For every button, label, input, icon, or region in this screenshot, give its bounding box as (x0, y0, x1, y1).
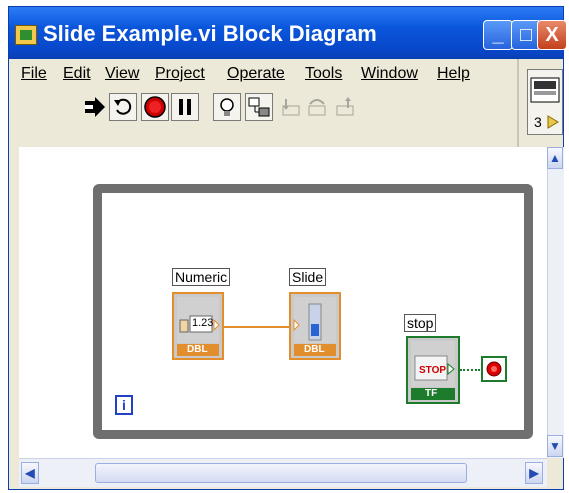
step-out-button[interactable] (331, 93, 359, 121)
pause-button[interactable] (171, 93, 199, 121)
abort-stop-icon (144, 96, 166, 118)
stop-label[interactable]: stop (404, 314, 437, 332)
loop-condition-terminal[interactable] (481, 356, 507, 382)
menu-project[interactable]: Project (155, 65, 205, 83)
minimize-icon: _ (492, 23, 504, 46)
menu-bar: File Edit View Project Operate Tools Win… (9, 59, 517, 89)
menu-operate[interactable]: Operate (227, 65, 285, 83)
menu-project-label: Project (155, 65, 205, 82)
menu-view-label: View (105, 65, 140, 82)
lightbulb-icon (220, 98, 234, 116)
dbl-wire[interactable] (224, 326, 290, 328)
highlight-execution-button[interactable] (213, 93, 241, 121)
numeric-label[interactable]: Numeric (172, 268, 231, 286)
step-over-button[interactable] (303, 93, 331, 121)
pause-icon (179, 99, 191, 115)
stop-control-terminal[interactable]: STOP TF (406, 336, 460, 404)
scroll-right-button[interactable]: ▶ (525, 462, 543, 484)
stop-button-text: STOP (419, 365, 447, 376)
scroll-down-icon: ▼ (549, 439, 561, 453)
numeric-control-terminal[interactable]: 1.23 DBL (172, 292, 224, 360)
numeric-value: 1.23 (192, 317, 214, 329)
scroll-left-button[interactable]: ◀ (21, 462, 39, 484)
iteration-terminal[interactable]: i (115, 395, 133, 415)
vi-icon (530, 77, 560, 103)
connector-arrow-icon (547, 115, 559, 129)
scroll-up-button[interactable]: ▲ (547, 147, 563, 169)
vi-icon-pane[interactable]: 3 (527, 69, 563, 135)
maximize-icon: □ (519, 23, 533, 46)
scroll-down-button[interactable]: ▼ (547, 435, 563, 457)
horizontal-scrollbar[interactable]: ◀ ▶ (19, 458, 547, 487)
slide-indicator-terminal[interactable]: DBL (289, 292, 341, 360)
vertical-scrollbar[interactable]: ▲ ▼ (547, 147, 564, 458)
run-arrow-icon (85, 97, 105, 117)
minimize-button[interactable]: _ (483, 20, 513, 50)
connector-pane-number: 3 (534, 114, 542, 130)
block-diagram-window: Slide Example.vi Block Diagram _ □ X Fil… (8, 6, 567, 490)
step-out-icon (336, 97, 354, 116)
step-into-button[interactable] (277, 93, 305, 121)
close-button[interactable]: X (537, 20, 567, 50)
window-title: Slide Example.vi Block Diagram (43, 21, 377, 46)
menu-edit-label: Edit (63, 65, 91, 82)
menu-help[interactable]: Help (437, 65, 470, 83)
menu-tools-label: Tools (305, 65, 343, 82)
menu-edit[interactable]: Edit (63, 65, 91, 83)
run-continuously-icon (114, 98, 132, 115)
menu-help-label: Help (437, 65, 470, 82)
stop-if-true-icon (486, 361, 502, 377)
retain-wire-values-icon (248, 97, 270, 117)
labview-app-icon (15, 25, 37, 45)
slide-type-label: DBL (304, 344, 325, 355)
scroll-right-icon: ▶ (529, 466, 539, 480)
boolean-wire[interactable] (460, 369, 480, 371)
run-button[interactable] (81, 93, 109, 121)
step-over-icon (308, 99, 326, 116)
menu-file-label: File (21, 65, 47, 82)
menu-window[interactable]: Window (361, 65, 418, 83)
stop-type-label: TF (425, 388, 438, 399)
scroll-up-icon: ▲ (549, 151, 561, 165)
toolbar-separator (517, 59, 519, 149)
step-into-icon (282, 99, 300, 116)
menu-view[interactable]: View (105, 65, 139, 83)
menu-tools[interactable]: Tools (305, 65, 342, 83)
block-diagram-canvas[interactable]: i (19, 147, 547, 458)
abort-execution-button[interactable] (141, 93, 169, 121)
menu-operate-label: Operate (227, 65, 285, 82)
run-continuously-button[interactable] (109, 93, 137, 121)
retain-wire-values-button[interactable] (245, 93, 273, 121)
title-bar[interactable]: Slide Example.vi Block Diagram _ □ X (9, 7, 567, 59)
scroll-left-icon: ◀ (25, 466, 35, 480)
menu-window-label: Window (361, 65, 418, 82)
iteration-terminal-label: i (122, 397, 126, 413)
horizontal-scroll-thumb[interactable] (95, 463, 467, 483)
menu-file[interactable]: File (21, 65, 47, 83)
slide-label[interactable]: Slide (289, 268, 327, 286)
close-icon: X (545, 23, 559, 46)
toolbar (9, 89, 517, 129)
numeric-type-label: DBL (187, 344, 208, 355)
